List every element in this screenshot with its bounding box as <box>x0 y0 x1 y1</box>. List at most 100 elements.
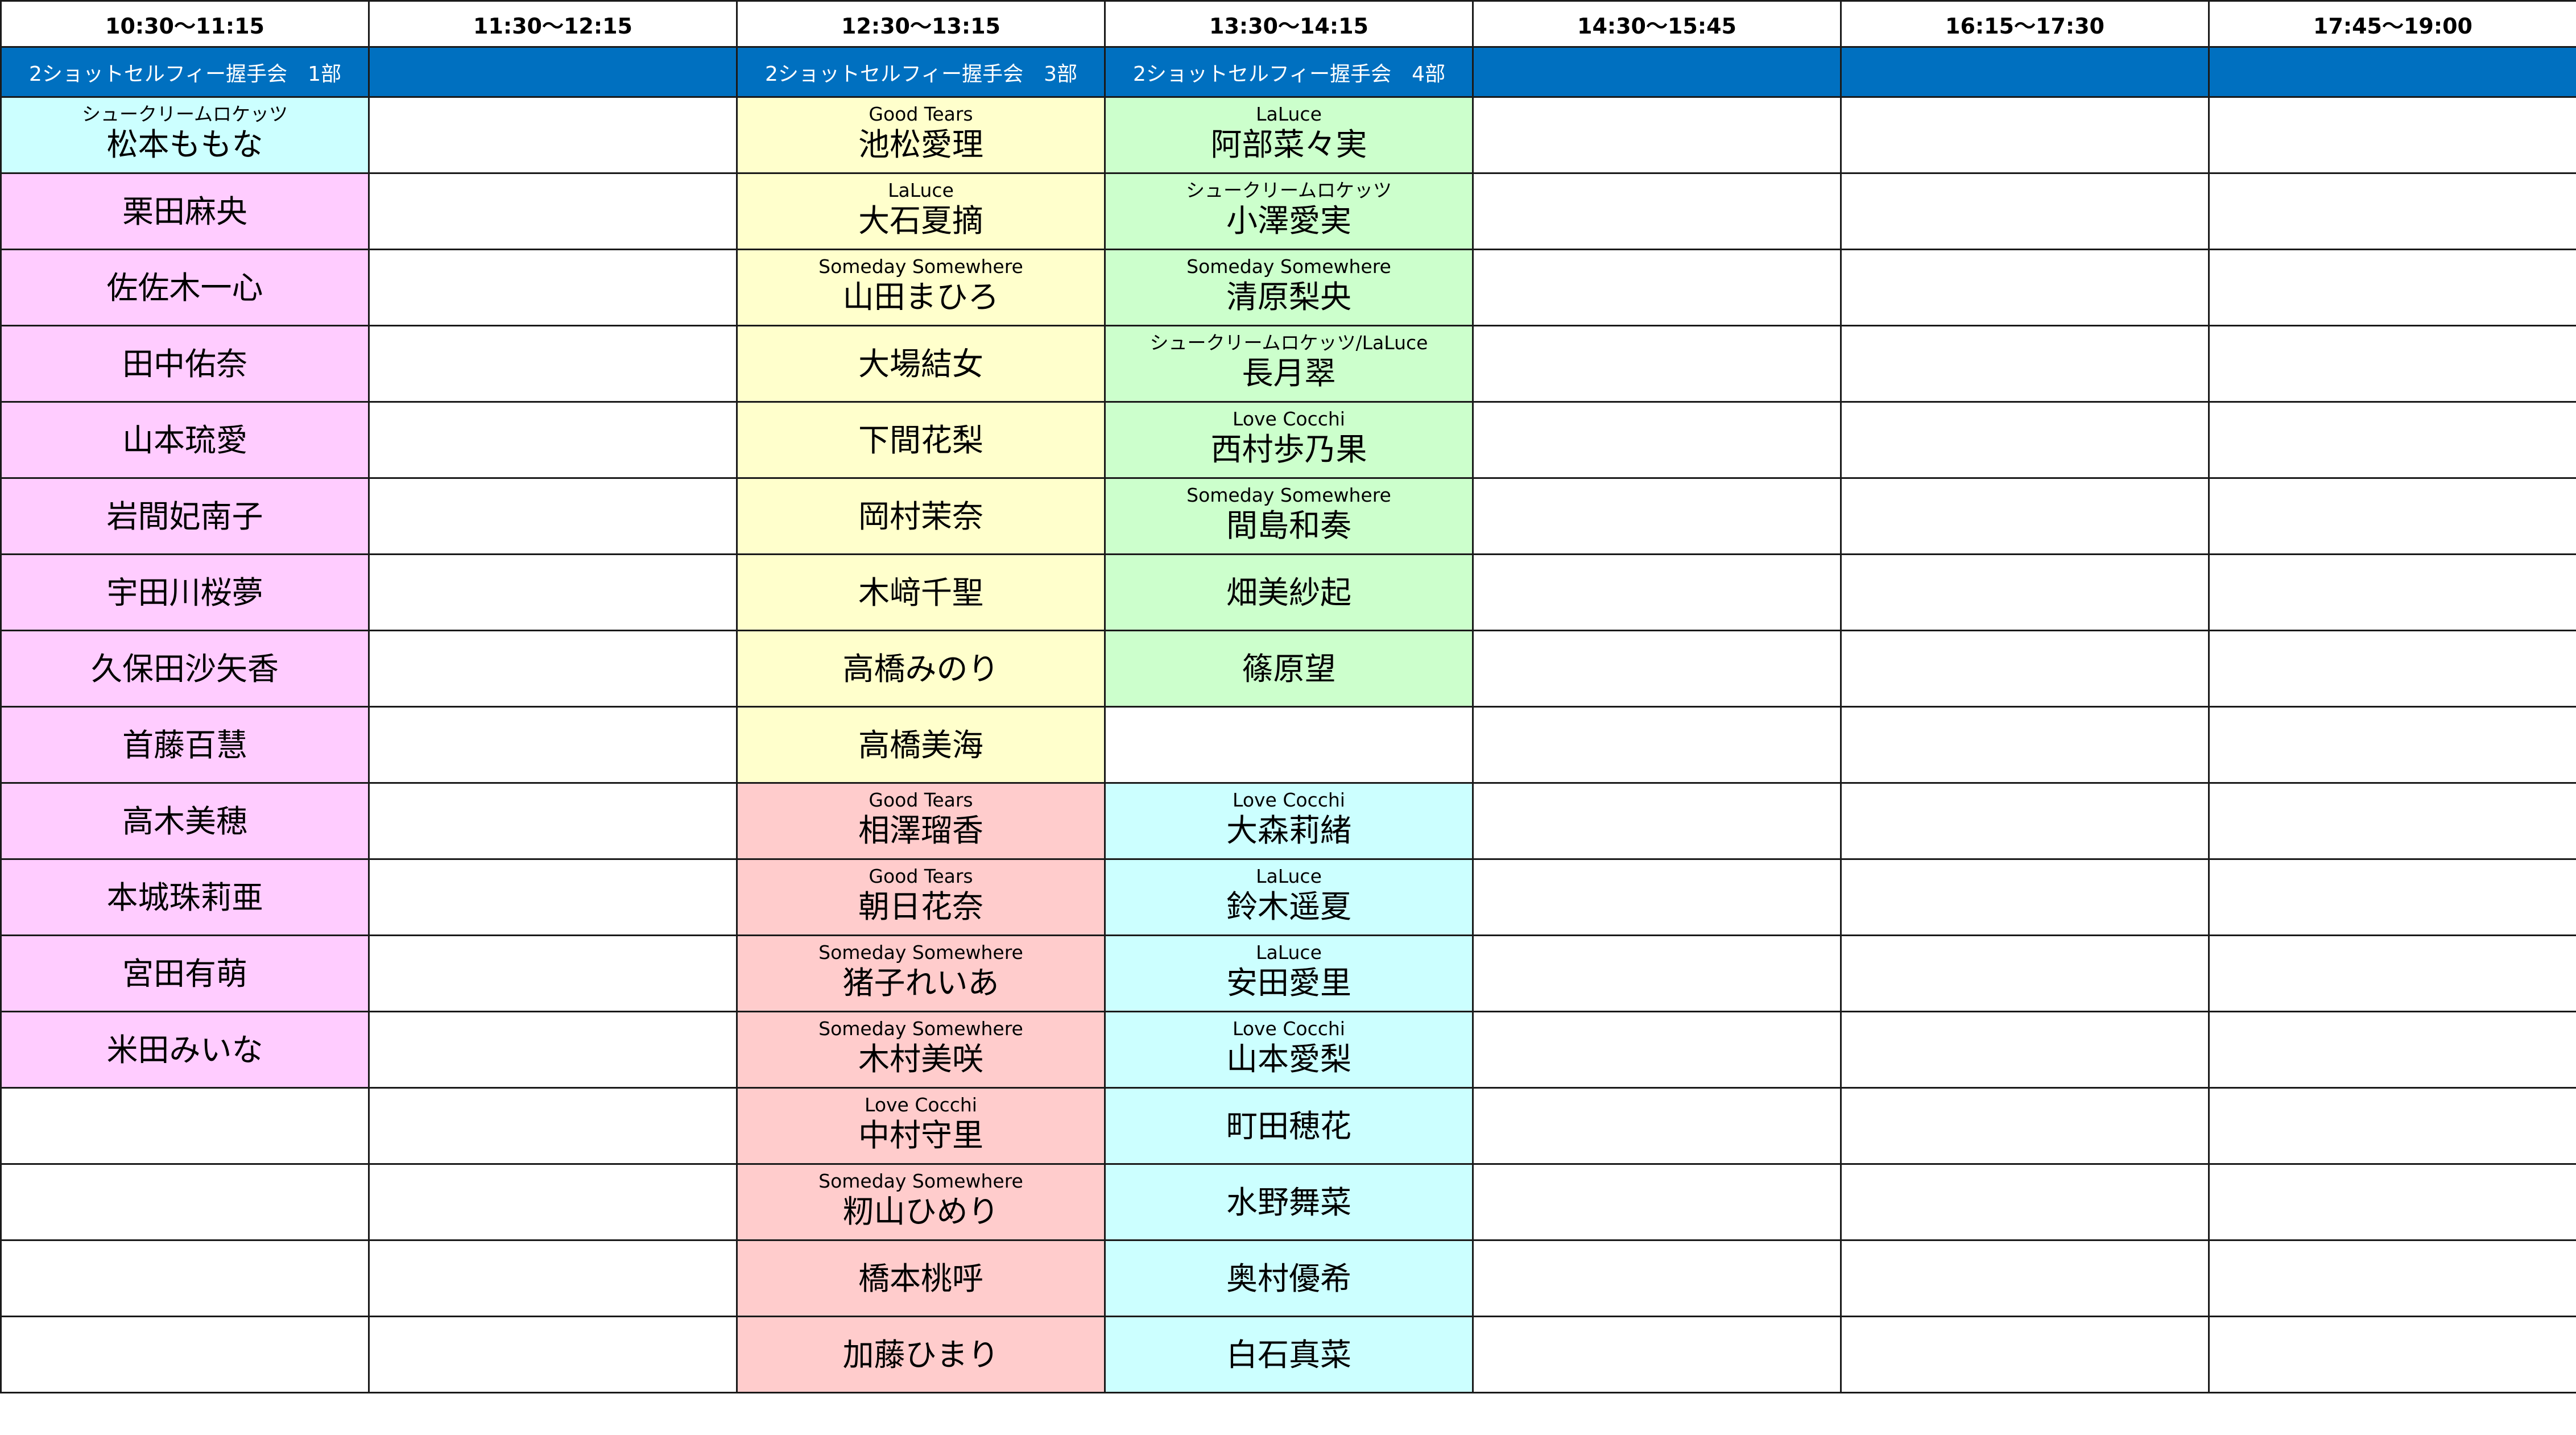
member-cell[interactable] <box>368 782 738 860</box>
member-cell[interactable] <box>2208 477 2576 555</box>
member-cell[interactable] <box>2208 1163 2576 1241</box>
member-cell[interactable]: 栗田麻央 <box>0 172 370 250</box>
member-cell[interactable] <box>0 1087 370 1165</box>
member-cell[interactable] <box>1472 858 1842 936</box>
member-cell[interactable]: 町田穂花 <box>1104 1087 1474 1165</box>
event-band-cell[interactable] <box>368 46 738 98</box>
member-cell[interactable]: Someday Somewhere 間島和奏 <box>1104 477 1474 555</box>
member-cell[interactable] <box>368 706 738 784</box>
member-cell[interactable] <box>368 172 738 250</box>
member-cell[interactable]: 宮田有萌 <box>0 934 370 1012</box>
member-cell[interactable] <box>1104 706 1474 784</box>
member-cell[interactable] <box>0 1316 370 1393</box>
member-cell[interactable] <box>2208 553 2576 631</box>
member-cell[interactable] <box>368 934 738 1012</box>
member-cell[interactable] <box>368 1011 738 1089</box>
member-cell[interactable] <box>2208 249 2576 326</box>
member-cell[interactable]: Good Tears 池松愛理 <box>736 96 1106 174</box>
member-cell[interactable] <box>2208 325 2576 403</box>
member-cell[interactable] <box>2208 401 2576 479</box>
member-cell[interactable] <box>1472 172 1842 250</box>
member-cell[interactable] <box>2208 858 2576 936</box>
member-cell[interactable] <box>1472 96 1842 174</box>
member-cell[interactable]: 高橋美海 <box>736 706 1106 784</box>
member-cell[interactable]: 水野舞菜 <box>1104 1163 1474 1241</box>
member-cell[interactable] <box>2208 934 2576 1012</box>
time-slot-header[interactable]: 12:30〜13:15 <box>736 0 1106 48</box>
member-cell[interactable] <box>1472 553 1842 631</box>
event-band-cell[interactable]: 2ショットセルフィー握手会 1部 <box>0 46 370 98</box>
member-cell[interactable] <box>368 325 738 403</box>
member-cell[interactable] <box>1840 401 2210 479</box>
member-cell[interactable]: シュークリームロケッツ 小澤愛実 <box>1104 172 1474 250</box>
member-cell[interactable]: Good Tears 朝日花奈 <box>736 858 1106 936</box>
member-cell[interactable] <box>1472 1239 1842 1317</box>
member-cell[interactable]: 木﨑千聖 <box>736 553 1106 631</box>
event-band-cell[interactable]: 2ショットセルフィー握手会 3部 <box>736 46 1106 98</box>
member-cell[interactable]: シュークリームロケッツ/LaLuce 長月翠 <box>1104 325 1474 403</box>
member-cell[interactable]: LaLuce 鈴木遥夏 <box>1104 858 1474 936</box>
member-cell[interactable]: 田中佑奈 <box>0 325 370 403</box>
member-cell[interactable] <box>368 249 738 326</box>
member-cell[interactable] <box>1472 706 1842 784</box>
member-cell[interactable] <box>1840 325 2210 403</box>
member-cell[interactable] <box>1472 1087 1842 1165</box>
member-cell[interactable] <box>1472 477 1842 555</box>
member-cell[interactable]: 畑美紗起 <box>1104 553 1474 631</box>
event-band-cell[interactable] <box>1472 46 1842 98</box>
member-cell[interactable] <box>2208 1087 2576 1165</box>
member-cell[interactable] <box>2208 1011 2576 1089</box>
member-cell[interactable] <box>1840 1239 2210 1317</box>
member-cell[interactable]: Love Cocchi 山本愛梨 <box>1104 1011 1474 1089</box>
member-cell[interactable]: 白石真菜 <box>1104 1316 1474 1393</box>
member-cell[interactable] <box>0 1163 370 1241</box>
member-cell[interactable] <box>368 401 738 479</box>
member-cell[interactable] <box>1840 1087 2210 1165</box>
member-cell[interactable] <box>368 630 738 708</box>
event-band-cell[interactable] <box>2208 46 2576 98</box>
member-cell[interactable]: 米田みいな <box>0 1011 370 1089</box>
member-cell[interactable]: Love Cocchi 大森莉緒 <box>1104 782 1474 860</box>
member-cell[interactable] <box>1840 477 2210 555</box>
member-cell[interactable]: 本城珠莉亜 <box>0 858 370 936</box>
member-cell[interactable] <box>368 96 738 174</box>
member-cell[interactable] <box>1840 1163 2210 1241</box>
member-cell[interactable]: 高橋みのり <box>736 630 1106 708</box>
member-cell[interactable] <box>368 477 738 555</box>
member-cell[interactable]: シュークリームロケッツ 松本ももな <box>0 96 370 174</box>
member-cell[interactable]: 岡村茉奈 <box>736 477 1106 555</box>
member-cell[interactable] <box>1472 325 1842 403</box>
member-cell[interactable]: LaLuce 大石夏摘 <box>736 172 1106 250</box>
member-cell[interactable]: 橋本桃呼 <box>736 1239 1106 1317</box>
member-cell[interactable] <box>1840 934 2210 1012</box>
member-cell[interactable] <box>1840 96 2210 174</box>
member-cell[interactable] <box>0 1239 370 1317</box>
time-slot-header[interactable]: 16:15〜17:30 <box>1840 0 2210 48</box>
member-cell[interactable] <box>1840 782 2210 860</box>
member-cell[interactable] <box>1472 401 1842 479</box>
member-cell[interactable]: 高木美穂 <box>0 782 370 860</box>
member-cell[interactable]: Someday Somewhere 清原梨央 <box>1104 249 1474 326</box>
member-cell[interactable] <box>1472 249 1842 326</box>
member-cell[interactable]: Someday Somewhere 猪子れいあ <box>736 934 1106 1012</box>
time-slot-header[interactable]: 17:45〜19:00 <box>2208 0 2576 48</box>
member-cell[interactable]: Someday Somewhere 山田まひろ <box>736 249 1106 326</box>
member-cell[interactable]: 岩間妃南子 <box>0 477 370 555</box>
member-cell[interactable]: 佐佐木一心 <box>0 249 370 326</box>
member-cell[interactable] <box>1472 782 1842 860</box>
time-slot-header[interactable]: 11:30〜12:15 <box>368 0 738 48</box>
member-cell[interactable] <box>1840 172 2210 250</box>
member-cell[interactable] <box>2208 782 2576 860</box>
time-slot-header[interactable]: 13:30〜14:15 <box>1104 0 1474 48</box>
member-cell[interactable]: Good Tears 相澤瑠香 <box>736 782 1106 860</box>
member-cell[interactable] <box>1472 934 1842 1012</box>
member-cell[interactable] <box>1840 706 2210 784</box>
member-cell[interactable] <box>1472 1316 1842 1393</box>
member-cell[interactable] <box>1472 1011 1842 1089</box>
member-cell[interactable] <box>2208 96 2576 174</box>
member-cell[interactable] <box>1840 858 2210 936</box>
member-cell[interactable] <box>368 1316 738 1393</box>
member-cell[interactable] <box>368 1239 738 1317</box>
member-cell[interactable]: 久保田沙矢香 <box>0 630 370 708</box>
member-cell[interactable] <box>368 1087 738 1165</box>
